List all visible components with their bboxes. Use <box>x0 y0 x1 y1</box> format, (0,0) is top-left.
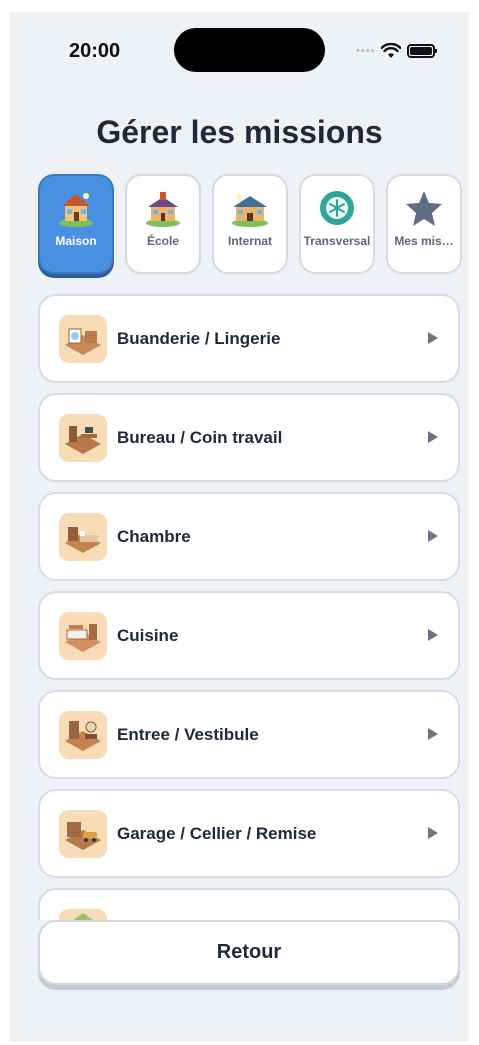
school-icon <box>146 192 180 227</box>
list-item[interactable]: Chambre <box>38 492 460 581</box>
tab-label: Mes mis… <box>394 234 454 248</box>
kitchen-icon <box>59 612 107 660</box>
chevron-right-icon <box>428 530 438 542</box>
tab-ecole[interactable]: École <box>125 174 201 274</box>
chevron-right-icon <box>428 332 438 344</box>
chevron-right-icon <box>428 827 438 839</box>
laundry-room-icon <box>59 315 107 363</box>
list-item-label: Entree / Vestibule <box>117 725 259 744</box>
dynamic-island <box>174 28 325 72</box>
snowflake-badge-icon <box>320 191 354 225</box>
house-icon <box>59 193 93 227</box>
status-time: 20:00 <box>69 40 121 62</box>
list-item[interactable]: Garage / Cellier / Remise <box>38 789 460 878</box>
wifi-icon <box>381 43 402 58</box>
list-item[interactable]: Entree / Vestibule <box>38 690 460 779</box>
list-item[interactable]: Buanderie / Lingerie <box>38 294 460 383</box>
list-item[interactable] <box>38 888 460 920</box>
status-icons: •••• <box>356 40 438 62</box>
office-room-icon <box>59 414 107 462</box>
tab-label: École <box>146 234 179 248</box>
entrance-icon <box>59 711 107 759</box>
tab-label: Maison <box>55 234 97 248</box>
list-item[interactable]: Cuisine <box>38 591 460 680</box>
list-item-label: Buanderie / Lingerie <box>117 329 281 348</box>
category-tabs: Maison École Internat Transversal Mes mi… <box>38 174 462 274</box>
chevron-right-icon <box>428 629 438 641</box>
tab-label: Internat <box>227 234 272 248</box>
list-item[interactable]: Bureau / Coin travail <box>38 393 460 482</box>
tab-transversal[interactable]: Transversal <box>299 174 375 274</box>
tab-label: Transversal <box>303 234 371 248</box>
phone-screen: 20:00 •••• Gérer les missions Maison Éco… <box>10 12 469 1042</box>
boarding-house-icon <box>232 194 268 227</box>
bedroom-icon <box>59 513 107 561</box>
list-item-label: Garage / Cellier / Remise <box>117 824 317 843</box>
star-icon <box>406 191 442 226</box>
tab-mes-missions[interactable]: Mes mis… <box>386 174 462 274</box>
list-item-label: Bureau / Coin travail <box>117 428 283 447</box>
room-list: Buanderie / Lingerie Bureau / Coin trava… <box>38 294 460 920</box>
tab-internat[interactable]: Internat <box>212 174 288 274</box>
chevron-right-icon <box>428 728 438 740</box>
garage-icon <box>59 810 107 858</box>
battery-icon <box>407 44 438 58</box>
back-button[interactable]: Retour <box>38 920 460 985</box>
signal-icon: •••• <box>356 45 376 57</box>
page-title: Gérer les missions <box>96 114 383 150</box>
tab-maison[interactable]: Maison <box>38 174 114 274</box>
room-icon <box>59 909 107 920</box>
list-item-label: Cuisine <box>117 626 179 645</box>
list-item-label: Chambre <box>117 527 191 546</box>
chevron-right-icon <box>428 431 438 443</box>
